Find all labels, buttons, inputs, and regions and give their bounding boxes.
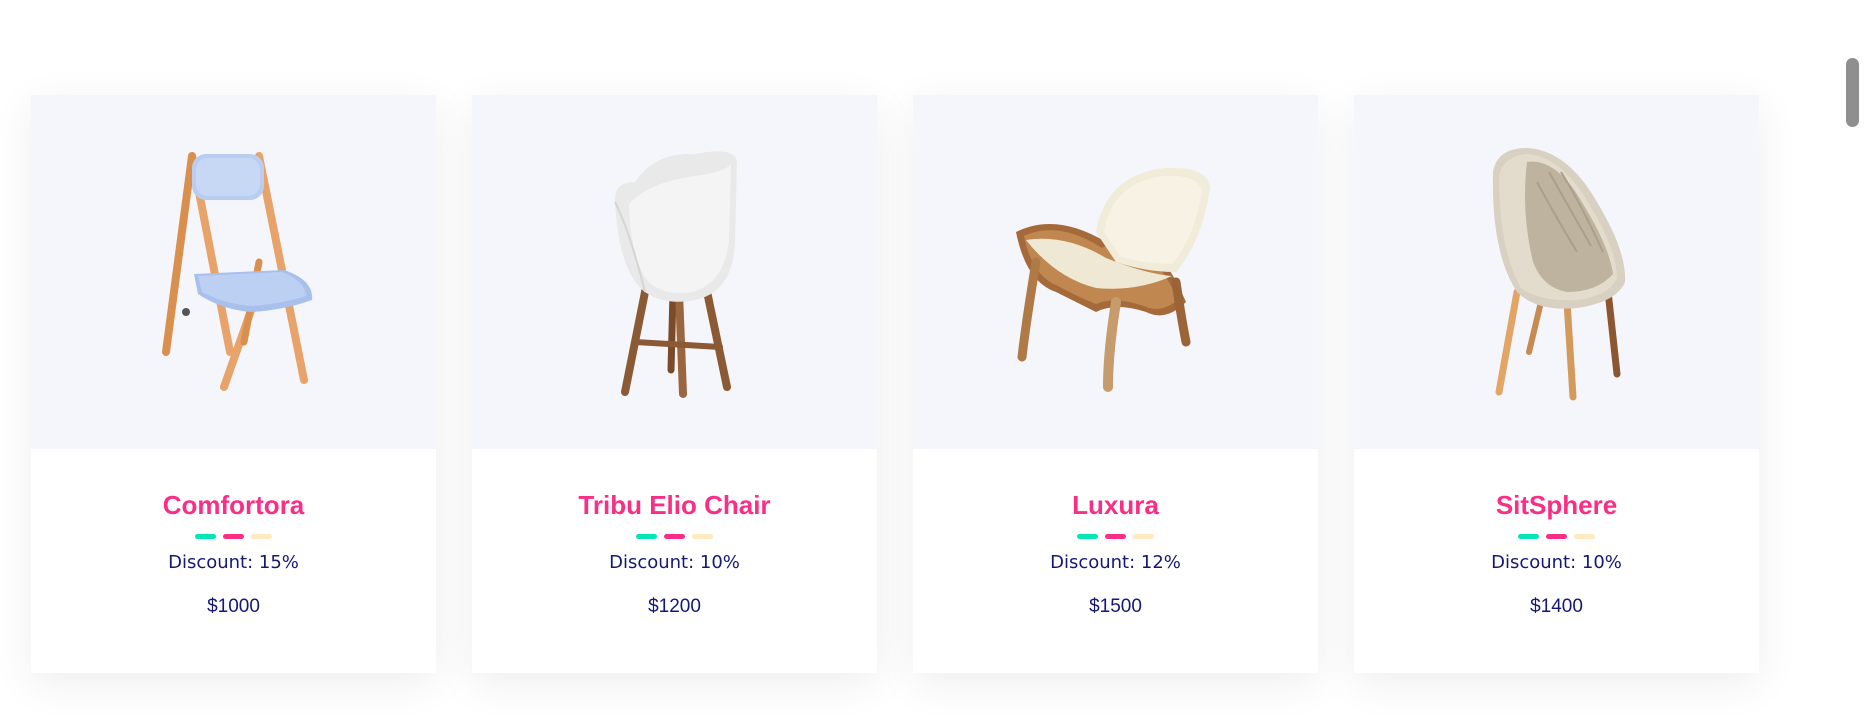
underline-dash [664,534,685,539]
product-info: Tribu Elio Chair Discount: 10% $1200 [472,449,877,673]
product-price: $1000 [207,596,260,617]
cocoon-chair-icon [1492,148,1625,401]
product-title[interactable]: SitSphere [1496,489,1617,521]
title-underline [195,534,272,539]
lounge-chair-icon [1015,167,1210,392]
product-image[interactable] [31,95,436,449]
product-card[interactable]: Luxura Discount: 12% $1500 [913,95,1318,673]
product-discount: Discount: 12% [1050,552,1181,573]
product-title[interactable]: Tribu Elio Chair [578,489,770,521]
product-card[interactable]: Tribu Elio Chair Discount: 10% $1200 [472,95,877,673]
underline-dash [1546,534,1567,539]
product-discount: Discount: 10% [609,552,740,573]
product-image[interactable] [913,95,1318,449]
vertical-scrollbar[interactable] [1839,0,1865,726]
product-info: SitSphere Discount: 10% $1400 [1354,449,1759,673]
product-price: $1400 [1530,596,1583,617]
product-image[interactable] [472,95,877,449]
underline-dash [251,534,272,539]
product-grid: Comfortora Discount: 15% $1000 Tribu Eli… [31,95,1759,673]
underline-dash [636,534,657,539]
product-title[interactable]: Comfortora [163,489,305,521]
product-discount: Discount: 10% [1491,552,1622,573]
product-info: Luxura Discount: 12% $1500 [913,449,1318,673]
product-discount: Discount: 15% [168,552,299,573]
underline-dash [1518,534,1539,539]
underline-dash [195,534,216,539]
product-title[interactable]: Luxura [1072,489,1159,521]
shell-armchair-icon [613,151,737,398]
product-info: Comfortora Discount: 15% $1000 [31,449,436,673]
title-underline [1077,534,1154,539]
product-image[interactable] [1354,95,1759,449]
title-underline [1518,534,1595,539]
underline-dash [1105,534,1126,539]
underline-dash [1077,534,1098,539]
underline-dash [692,534,713,539]
underline-dash [223,534,244,539]
product-card[interactable]: SitSphere Discount: 10% $1400 [1354,95,1759,673]
underline-dash [1574,534,1595,539]
product-card[interactable]: Comfortora Discount: 15% $1000 [31,95,436,673]
product-price: $1200 [648,596,701,617]
underline-dash [1133,534,1154,539]
scrollbar-thumb[interactable] [1846,58,1859,127]
folding-chair-icon [161,152,312,391]
product-price: $1500 [1089,596,1142,617]
title-underline [636,534,713,539]
